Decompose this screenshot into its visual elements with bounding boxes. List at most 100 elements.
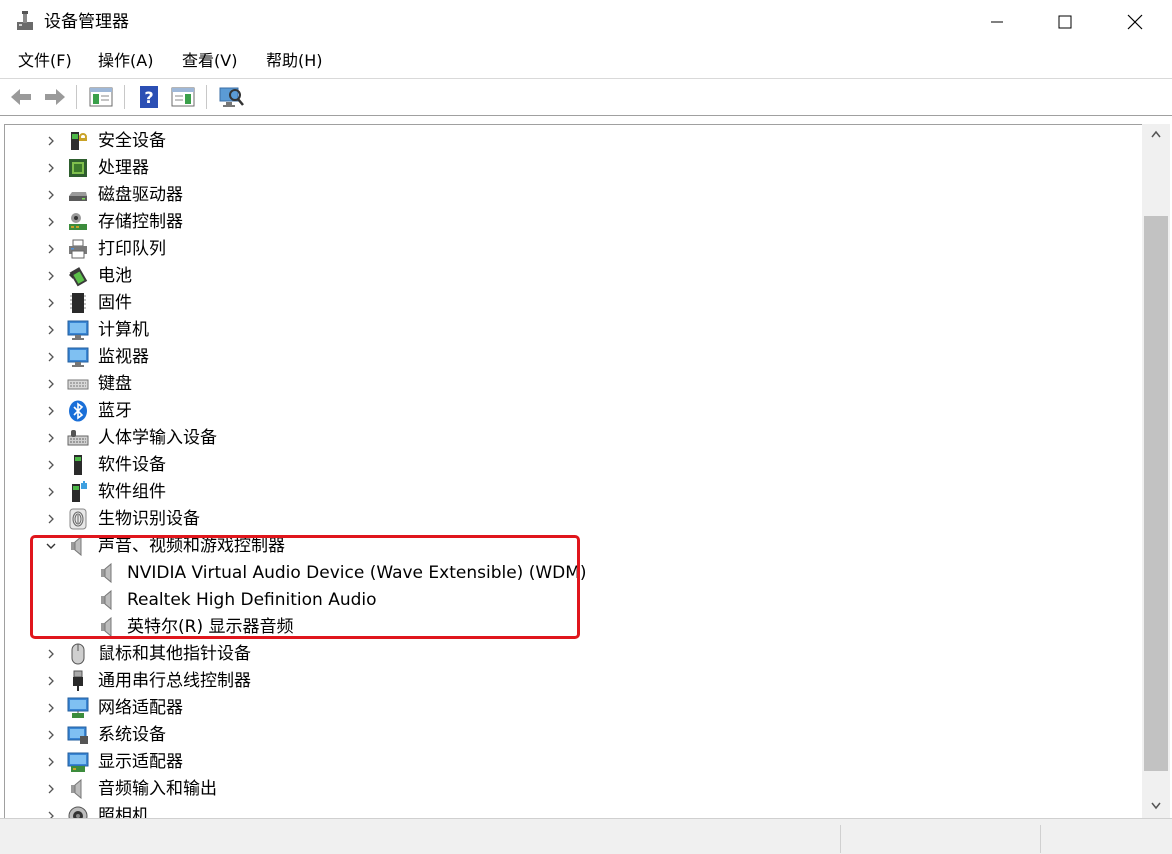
scroll-thumb[interactable] <box>1144 216 1168 771</box>
speaker-icon <box>101 616 112 638</box>
tree-node-print-queues[interactable]: 打印队列 <box>5 235 1125 262</box>
chevron-right-icon[interactable] <box>45 135 57 147</box>
firmware-chip-icon <box>70 293 86 313</box>
chevron-right-icon[interactable] <box>45 459 57 471</box>
tree-node-label: 声音、视频和游戏控制器 <box>98 536 285 556</box>
chevron-right-icon[interactable] <box>45 432 57 444</box>
tree-node-system-devices[interactable]: 系统设备 <box>5 721 1125 748</box>
tree-node-audio-inputs-outputs[interactable]: 音频输入和输出 <box>5 775 1125 802</box>
close-button[interactable] <box>1100 0 1170 44</box>
status-pane <box>840 825 841 853</box>
maximize-button[interactable] <box>1030 0 1100 44</box>
chevron-right-icon[interactable] <box>45 675 57 687</box>
tree-node-label: 处理器 <box>98 158 149 178</box>
chevron-right-icon[interactable] <box>45 324 57 336</box>
tree-node-software-components[interactable]: 软件组件 <box>5 478 1125 505</box>
status-pane <box>1040 825 1041 853</box>
tree-node-software-devices[interactable]: 软件设备 <box>5 451 1125 478</box>
tree-node-biometric-devices[interactable]: 生物识别设备 <box>5 505 1125 532</box>
tree-node-display-adapters[interactable]: 显示适配器 <box>5 748 1125 775</box>
tree-node-disk-drives[interactable]: 磁盘驱动器 <box>5 181 1125 208</box>
tree-node-network-adapters[interactable]: 网络适配器 <box>5 694 1125 721</box>
chevron-right-icon[interactable] <box>45 648 57 660</box>
tree-node-label: 人体学输入设备 <box>98 428 217 448</box>
device-tree[interactable]: 安全设备 处理器 磁盘驱动器 存储控制器 打印队列 电池 固件 计算机 监视器 <box>4 124 1143 819</box>
tree-node-label: 打印队列 <box>98 239 166 259</box>
tree-node-label: 英特尔(R) 显示器音频 <box>127 617 294 637</box>
tree-node-security-devices[interactable]: 安全设备 <box>5 127 1125 154</box>
display-adapter-icon <box>67 752 89 772</box>
tree-node-batteries[interactable]: 电池 <box>5 262 1125 289</box>
chevron-right-icon[interactable] <box>45 243 57 255</box>
fingerprint-icon <box>69 508 87 530</box>
tree-node-computer[interactable]: 计算机 <box>5 316 1125 343</box>
storage-controller-icon <box>69 213 87 230</box>
console-tree-icon <box>89 87 113 107</box>
back-arrow-icon <box>11 89 31 105</box>
tree-node-cameras[interactable]: 照相机 <box>5 802 1125 819</box>
scan-hardware-button[interactable] <box>218 84 244 110</box>
chevron-right-icon[interactable] <box>45 189 57 201</box>
chevron-right-icon[interactable] <box>45 486 57 498</box>
battery-icon <box>69 267 88 287</box>
system-device-icon <box>67 726 88 744</box>
tree-node-bluetooth[interactable]: 蓝牙 <box>5 397 1125 424</box>
tree-node-usb-controllers[interactable]: 通用串行总线控制器 <box>5 667 1125 694</box>
tree-node-processors[interactable]: 处理器 <box>5 154 1125 181</box>
usb-icon <box>73 670 83 691</box>
chevron-right-icon[interactable] <box>45 216 57 228</box>
tree-node-storage-controllers[interactable]: 存储控制器 <box>5 208 1125 235</box>
tree-node-label: 网络适配器 <box>98 698 183 718</box>
software-component-icon <box>72 481 87 502</box>
chevron-right-icon[interactable] <box>45 783 57 795</box>
tree-node-keyboards[interactable]: 键盘 <box>5 370 1125 397</box>
tree-node-mice[interactable]: 鼠标和其他指针设备 <box>5 640 1125 667</box>
tree-node-monitors[interactable]: 监视器 <box>5 343 1125 370</box>
tree-node-label: 固件 <box>98 293 132 313</box>
tree-node-label: Realtek High Definition Audio <box>127 590 377 610</box>
chevron-right-icon[interactable] <box>45 270 57 282</box>
tree-node-firmware[interactable]: 固件 <box>5 289 1125 316</box>
menu-help[interactable]: 帮助(H) <box>266 50 323 72</box>
chevron-right-icon[interactable] <box>45 513 57 525</box>
chevron-right-icon[interactable] <box>45 702 57 714</box>
tree-node-label: 鼠标和其他指针设备 <box>98 644 251 664</box>
chevron-right-icon[interactable] <box>45 378 57 390</box>
printer-icon <box>69 239 87 259</box>
tree-node-sound-video-game-controllers[interactable]: 声音、视频和游戏控制器 <box>5 532 1125 559</box>
chevron-right-icon[interactable] <box>45 405 57 417</box>
menu-bar: 文件(F) 操作(A) 查看(V) 帮助(H) <box>0 44 1172 79</box>
scroll-up-arrow-icon <box>1151 130 1161 138</box>
tree-node-label: 系统设备 <box>98 725 166 745</box>
tree-child-nvidia-virtual-audio[interactable]: NVIDIA Virtual Audio Device (Wave Extens… <box>5 559 1125 586</box>
show-hide-console-tree-button[interactable] <box>88 84 114 110</box>
speaker-icon <box>101 562 112 584</box>
chevron-right-icon[interactable] <box>45 351 57 363</box>
computer-monitor-icon <box>67 320 89 340</box>
vertical-scrollbar[interactable] <box>1142 124 1170 818</box>
tree-node-hid[interactable]: 人体学输入设备 <box>5 424 1125 451</box>
chevron-right-icon[interactable] <box>45 297 57 309</box>
action-pane-button[interactable] <box>170 84 196 110</box>
back-button[interactable] <box>8 84 34 110</box>
scroll-down-arrow-icon <box>1151 802 1161 810</box>
chevron-down-icon[interactable] <box>45 540 57 552</box>
tree-child-intel-display-audio[interactable]: 英特尔(R) 显示器音频 <box>5 613 1125 640</box>
menu-view[interactable]: 查看(V) <box>182 50 237 72</box>
tree-child-realtek-hd-audio[interactable]: Realtek High Definition Audio <box>5 586 1125 613</box>
help-button[interactable]: ? <box>136 84 162 110</box>
speaker-icon <box>71 778 82 800</box>
minimize-button[interactable] <box>962 0 1032 44</box>
chevron-right-icon[interactable] <box>45 162 57 174</box>
forward-button[interactable] <box>42 84 68 110</box>
menu-file[interactable]: 文件(F) <box>18 50 72 72</box>
chevron-right-icon[interactable] <box>45 729 57 741</box>
scroll-up-button[interactable] <box>1142 124 1170 144</box>
minimize-icon <box>991 21 1003 23</box>
network-adapter-icon <box>67 697 89 718</box>
tree-node-label: 磁盘驱动器 <box>98 185 183 205</box>
tree-node-label: 照相机 <box>98 806 149 819</box>
scroll-down-button[interactable] <box>1142 796 1170 816</box>
menu-action[interactable]: 操作(A) <box>98 50 153 72</box>
chevron-right-icon[interactable] <box>45 756 57 768</box>
